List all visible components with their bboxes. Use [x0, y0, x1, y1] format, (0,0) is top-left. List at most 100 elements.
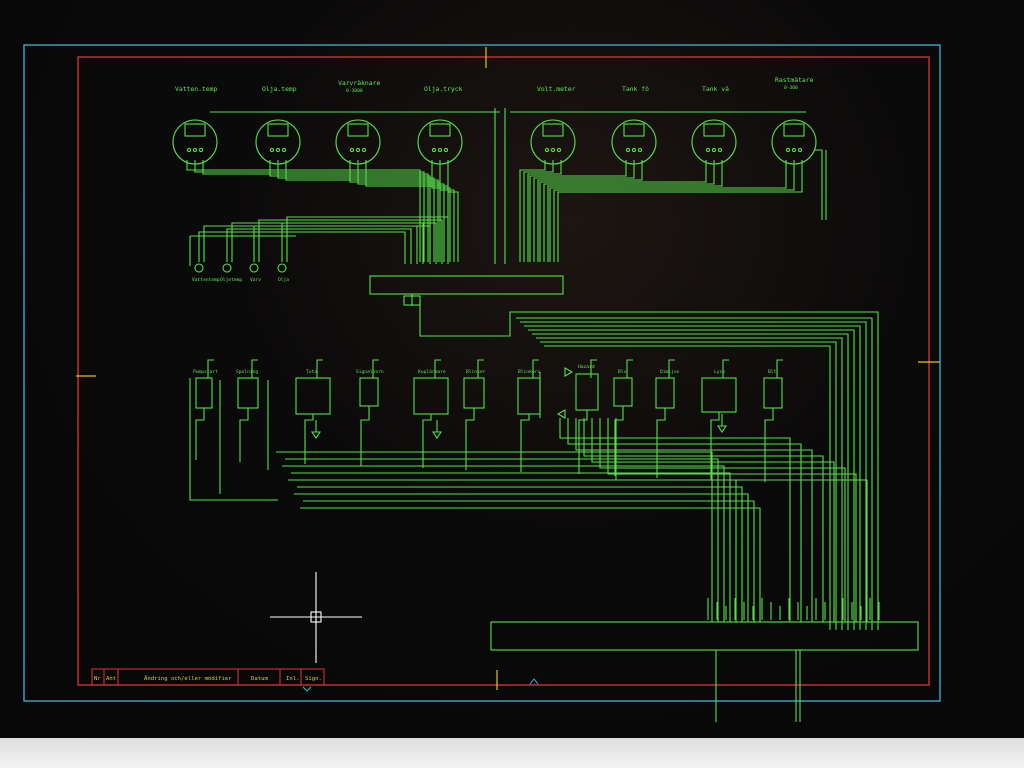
gauge-label: Olja.temp: [262, 85, 297, 93]
gauge-pin: [556, 147, 562, 153]
switch-lead: [207, 359, 214, 378]
wire: [524, 325, 861, 630]
switch[interactable]: Blt: [763, 369, 783, 409]
switch[interactable]: Kuplärmare: [413, 369, 449, 415]
switch[interactable]: Signalhorn: [356, 369, 384, 407]
sender[interactable]: Oljetemp: [220, 263, 242, 283]
gauge-pin: [192, 147, 198, 153]
ground-icon: [716, 425, 728, 433]
switch[interactable]: Hazard: [575, 364, 599, 411]
gauge-pin: [550, 147, 556, 153]
gauge-pin: [705, 147, 711, 153]
wire: [540, 341, 837, 630]
gauge-pin: [785, 147, 791, 153]
wire: [567, 418, 802, 622]
wire: [549, 160, 787, 262]
switch-row: Pumpstart Spolning Tuta Signalhorn Kuplä…: [193, 364, 783, 415]
switch-lead: [316, 359, 323, 378]
sender[interactable]: Olja: [277, 263, 289, 283]
sender-label: Varv: [250, 277, 261, 283]
gauge-pin: [355, 147, 361, 153]
switch[interactable]: Blinkers: [517, 369, 541, 415]
wire: [357, 160, 445, 262]
sender[interactable]: Vattentemp: [192, 263, 220, 283]
gauge-pin: [361, 147, 367, 153]
title-block-description: Ändring och/eller modifier: [144, 675, 232, 682]
sender-label: Vattentemp: [192, 277, 220, 283]
gauge-pin: [198, 147, 204, 153]
gauge[interactable]: Rastmätare 0-300: [771, 76, 817, 165]
switch-label: Spolning: [236, 369, 258, 375]
center-markers: [76, 47, 940, 690]
switch-lead: [626, 359, 633, 378]
switch-label: Kuplärmare: [418, 369, 446, 375]
gauge-pin: [443, 147, 449, 153]
gauge-terminal: [184, 123, 206, 137]
wire: [539, 160, 707, 262]
wiring: [184, 108, 919, 722]
ground-icon: [431, 431, 443, 439]
switch[interactable]: Blv: [613, 369, 633, 407]
sender[interactable]: Varv: [249, 263, 261, 283]
switch-lead: [764, 408, 774, 482]
wire: [520, 321, 867, 630]
switch[interactable]: Dimljus: [655, 369, 680, 409]
switch-label: Blt: [768, 369, 777, 375]
gauge-label: Tank fö: [622, 85, 649, 93]
wire: [198, 231, 406, 264]
wire: [186, 160, 421, 262]
switch-label: Pumpstart: [193, 369, 218, 375]
wire: [599, 418, 846, 622]
sender-label: Olja: [278, 277, 289, 283]
switch[interactable]: Tuta: [295, 369, 331, 415]
gauge-label: Volt.meter: [537, 85, 576, 93]
wire: [536, 337, 843, 630]
switch-label: Signalhorn: [356, 369, 384, 375]
wire: [202, 160, 429, 262]
diode-icon: [556, 409, 566, 419]
switch[interactable]: Pumpstart: [193, 369, 218, 409]
wire: [294, 493, 749, 622]
switch-lead: [520, 414, 530, 472]
switch-label: Blv: [618, 369, 627, 375]
wire: [533, 160, 635, 262]
switch[interactable]: Blinker: [463, 369, 486, 409]
switch-lead: [776, 359, 783, 378]
switch-lead: [434, 359, 441, 378]
switch-lead: [422, 414, 432, 468]
switch-label: Tuta: [306, 369, 317, 375]
switch[interactable]: Lyse: [701, 369, 737, 413]
wire: [285, 458, 719, 622]
switch-lead: [477, 359, 484, 378]
switch-label: Lyse: [714, 369, 725, 375]
gauge-terminal: [623, 123, 645, 137]
ground-icon: [310, 431, 322, 439]
cad-drawing-canvas[interactable]: Nr Ant Ändring och/eller modifier Datum …: [0, 0, 1024, 768]
gauge-terminal: [783, 123, 805, 137]
title-block-sign: Sign.: [305, 676, 322, 682]
switch-label: Blinkers: [518, 369, 540, 375]
switch-lead: [251, 359, 258, 378]
gauge-terminal: [267, 123, 289, 137]
gauge-sublabel: 0-3000: [346, 88, 363, 94]
switch-lead: [195, 408, 205, 460]
gauge-label: Varvräknare: [338, 79, 380, 87]
main-feed: [419, 300, 879, 630]
wire: [349, 160, 441, 262]
gauge-label: Vatten.temp: [175, 85, 217, 93]
title-block-initials: Inl.: [286, 676, 299, 682]
title-block-nr: Nr: [94, 676, 101, 682]
gauge-pin: [631, 147, 637, 153]
tach-lead: [814, 149, 823, 220]
wire: [607, 418, 857, 622]
switch-lead: [360, 406, 370, 466]
connector-block: [369, 275, 564, 295]
wire: [300, 507, 761, 622]
wire: [226, 228, 412, 264]
gauge-pin: [275, 147, 281, 153]
switch[interactable]: Spolning: [236, 369, 259, 409]
gauge-pin: [281, 147, 287, 153]
wire: [557, 160, 803, 262]
gauge-label: Olja.tryck: [424, 85, 463, 93]
gauge-label: Tank vä: [702, 85, 729, 93]
